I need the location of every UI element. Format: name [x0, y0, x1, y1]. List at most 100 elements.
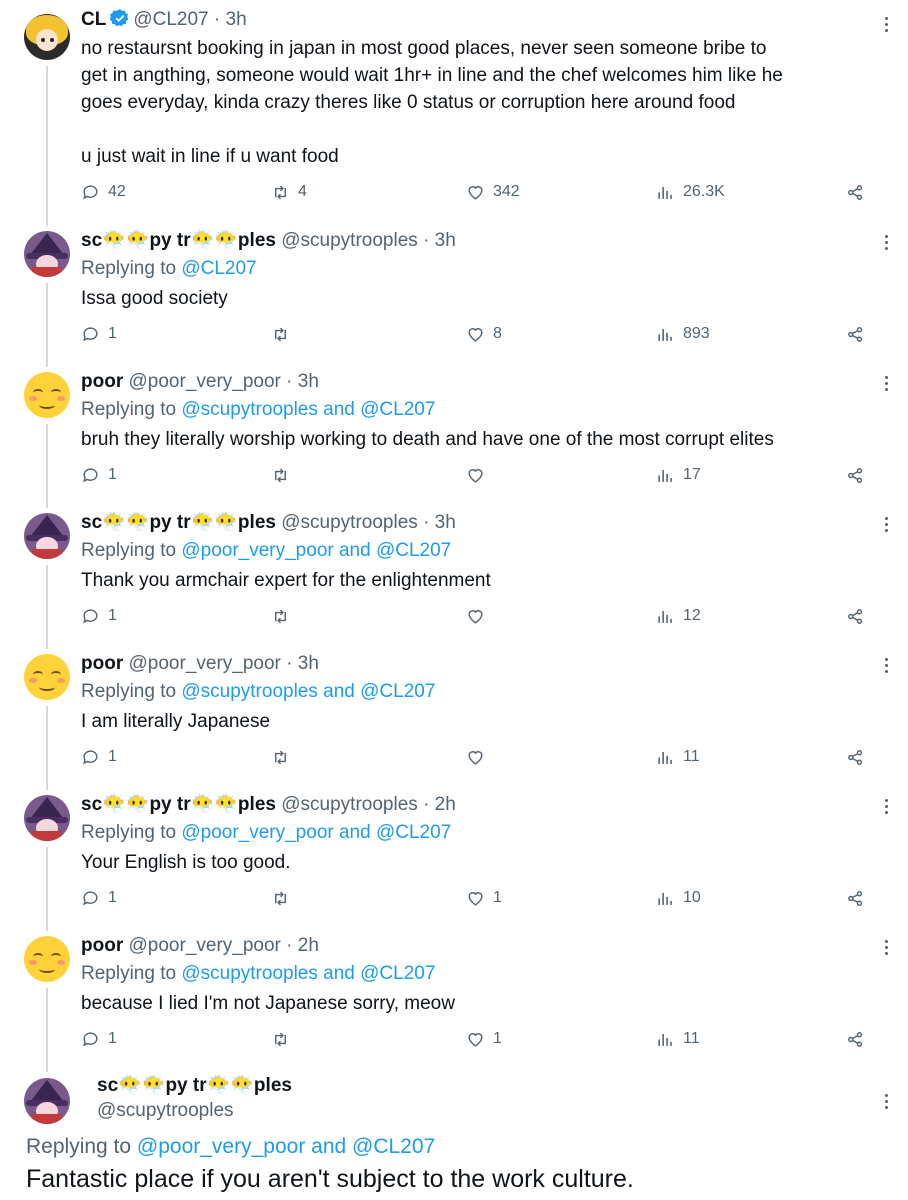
avatar[interactable] [24, 513, 70, 559]
like-count: 1 [493, 889, 502, 906]
display-name[interactable]: poor [81, 935, 123, 956]
replying-to-links[interactable]: @poor_very_poor and @CL207 [137, 1135, 435, 1158]
view-count: 12 [683, 607, 701, 624]
reply-button[interactable]: 1 [81, 746, 117, 768]
display-name[interactable]: CL [81, 9, 106, 30]
view-count: 26.3K [683, 183, 725, 200]
timestamp[interactable]: · 3h [423, 230, 456, 251]
avatar-eye [41, 38, 45, 42]
reply-button[interactable]: 1 [81, 1028, 117, 1050]
share-button[interactable] [846, 1028, 865, 1050]
replying-to-links[interactable]: @poor_very_poor and @CL207 [181, 822, 451, 843]
retweet-button[interactable] [271, 605, 298, 627]
replying-to-label: Replying to [81, 258, 182, 279]
share-button[interactable] [846, 746, 865, 768]
action-bar: 1 12 [81, 605, 881, 627]
retweet-button[interactable]: 4 [271, 181, 307, 203]
avatar-eye [51, 389, 61, 396]
views-button[interactable]: 26.3K [656, 181, 725, 203]
avatar-hat [30, 233, 64, 255]
like-button[interactable] [466, 746, 493, 768]
avatar[interactable] [24, 372, 70, 418]
retweet-button[interactable] [271, 464, 298, 486]
reply-button[interactable]: 42 [81, 181, 126, 203]
display-name[interactable]: sc😶‍🌫️😶‍🌫️py tr😶‍🌫️😶‍🌫️ples [81, 794, 276, 815]
like-button[interactable] [466, 605, 493, 627]
thread-line [46, 66, 48, 226]
display-name[interactable]: poor [81, 653, 123, 674]
tweet-header: sc😶‍🌫️😶‍🌫️py tr😶‍🌫️😶‍🌫️ples @scupytroopl… [81, 793, 456, 817]
display-name[interactable]: sc😶‍🌫️😶‍🌫️py tr😶‍🌫️😶‍🌫️ples [97, 1074, 292, 1098]
timestamp[interactable]: · 3h [423, 512, 456, 533]
retweet-icon [275, 185, 286, 199]
display-name[interactable]: poor [81, 371, 123, 392]
handle[interactable]: @CL207 [133, 9, 208, 30]
avatar[interactable] [24, 795, 70, 841]
handle[interactable]: @poor_very_poor [129, 935, 281, 956]
share-icon [848, 608, 863, 624]
avatar-face [36, 29, 58, 51]
view-count: 893 [683, 325, 710, 342]
reply-button[interactable]: 1 [81, 464, 117, 486]
more-options-icon[interactable] [884, 940, 890, 958]
share-button[interactable] [846, 887, 865, 909]
more-options-icon[interactable] [884, 1094, 890, 1112]
timestamp[interactable]: · 3h [286, 371, 319, 392]
replying-to: Replying to @poor_very_poor and @CL207 [81, 539, 451, 563]
reply-button[interactable]: 1 [81, 605, 117, 627]
retweet-button[interactable] [271, 1028, 298, 1050]
avatar[interactable] [24, 14, 70, 60]
avatar[interactable] [24, 654, 70, 700]
more-options-icon[interactable] [884, 235, 890, 253]
views-button[interactable]: 10 [656, 887, 701, 909]
views-button[interactable]: 893 [656, 323, 710, 345]
retweet-button[interactable] [271, 746, 298, 768]
like-button[interactable]: 342 [466, 181, 520, 203]
views-button[interactable]: 17 [656, 464, 701, 486]
handle[interactable]: @poor_very_poor [129, 371, 281, 392]
display-name[interactable]: sc😶‍🌫️😶‍🌫️py tr😶‍🌫️😶‍🌫️ples [81, 512, 276, 533]
share-icon [848, 749, 863, 765]
avatar[interactable] [24, 936, 70, 982]
reply-button[interactable]: 1 [81, 323, 117, 345]
replying-to-links[interactable]: @scupytrooples and @CL207 [181, 399, 435, 420]
handle[interactable]: @scupytrooples [281, 512, 418, 533]
like-button[interactable]: 1 [466, 1028, 502, 1050]
handle[interactable]: @poor_very_poor [129, 653, 281, 674]
retweet-button[interactable] [271, 323, 298, 345]
views-button[interactable]: 11 [656, 1028, 700, 1050]
more-options-icon[interactable] [884, 376, 890, 394]
views-button[interactable]: 12 [656, 605, 701, 627]
replying-to-label: Replying to [26, 1135, 137, 1158]
timestamp[interactable]: · 3h [286, 653, 319, 674]
replying-to-links[interactable]: @CL207 [181, 258, 256, 279]
replying-to-links[interactable]: @poor_very_poor and @CL207 [181, 540, 451, 561]
share-button[interactable] [846, 181, 865, 203]
replying-to-links[interactable]: @scupytrooples and @CL207 [181, 681, 435, 702]
reply-count: 1 [108, 466, 117, 483]
replying-to-links[interactable]: @scupytrooples and @CL207 [181, 963, 435, 984]
replying-to: Replying to @scupytrooples and @CL207 [81, 398, 435, 422]
like-button[interactable] [466, 464, 493, 486]
more-options-icon[interactable] [884, 17, 890, 35]
share-button[interactable] [846, 323, 865, 345]
handle[interactable]: @scupytrooples [281, 230, 418, 251]
retweet-button[interactable] [271, 887, 298, 909]
avatar[interactable] [24, 231, 70, 277]
share-button[interactable] [846, 464, 865, 486]
views-button[interactable]: 11 [656, 746, 700, 768]
like-button[interactable]: 1 [466, 887, 502, 909]
share-button[interactable] [846, 605, 865, 627]
avatar[interactable] [24, 1078, 70, 1124]
timestamp[interactable]: · 3h [214, 9, 247, 30]
timestamp[interactable]: · 2h [423, 794, 456, 815]
more-options-icon[interactable] [884, 658, 890, 676]
reply-button[interactable]: 1 [81, 887, 117, 909]
more-options-icon[interactable] [884, 799, 890, 817]
more-options-icon[interactable] [884, 517, 890, 535]
handle[interactable]: @scupytrooples [97, 1099, 234, 1123]
handle[interactable]: @scupytrooples [281, 794, 418, 815]
display-name[interactable]: sc😶‍🌫️😶‍🌫️py tr😶‍🌫️😶‍🌫️ples [81, 230, 276, 251]
like-button[interactable]: 8 [466, 323, 502, 345]
timestamp[interactable]: · 2h [286, 935, 319, 956]
